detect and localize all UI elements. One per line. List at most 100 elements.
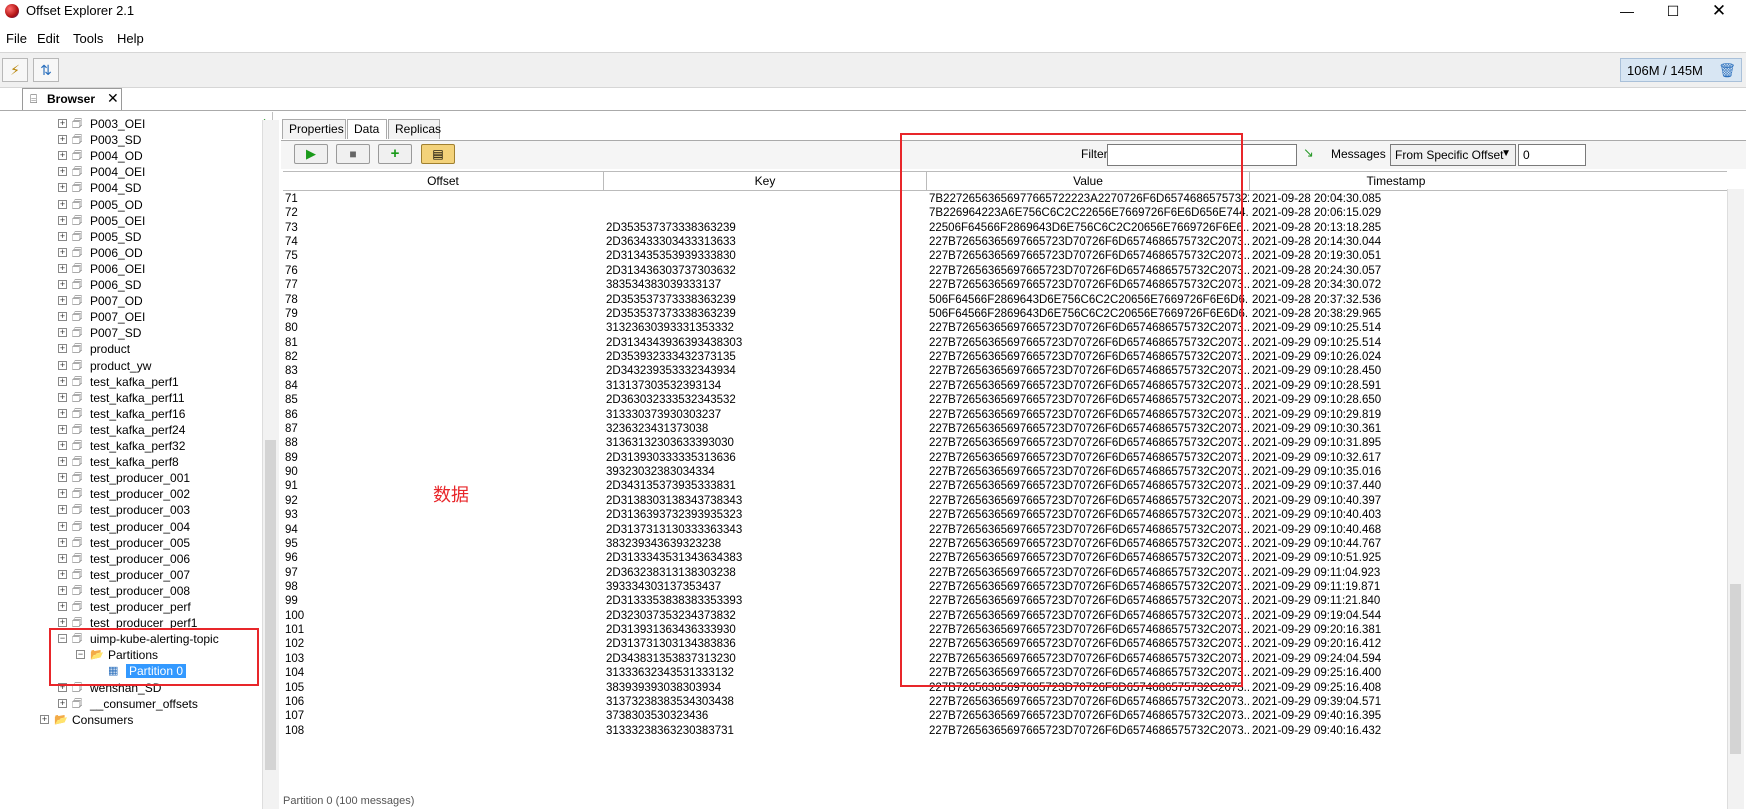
expand-icon[interactable]: + [58, 151, 67, 161]
expand-icon[interactable]: + [58, 682, 67, 692]
filter-input[interactable] [1107, 144, 1297, 166]
stop-icon[interactable]: ■ [336, 144, 370, 164]
table-row[interactable]: 97 2D363238313138303238 227B72656365697665… [283, 566, 1723, 580]
expand-icon[interactable]: + [58, 312, 67, 322]
table-row[interactable]: 93 2D3136393732393935323 227B7265636569766… [283, 508, 1723, 522]
table-row[interactable]: 85 2D363032333532343532 227B72656365697665… [283, 393, 1723, 407]
collapse-icon[interactable]: − [76, 650, 85, 660]
expand-icon[interactable]: + [58, 505, 67, 515]
table-row[interactable]: 88 31363132303633393030 227B72656365697665… [283, 436, 1723, 450]
table-row[interactable]: 90 39323032383034334 227B72656365697665723… [283, 465, 1723, 479]
expand-icon[interactable]: + [58, 408, 67, 418]
table-row[interactable]: 92 2D3138303138343738343 227B7265636569766… [283, 494, 1723, 508]
tree-settings-icon[interactable]: ⇅ [33, 58, 59, 82]
expand-icon[interactable]: + [58, 135, 67, 145]
expand-icon[interactable]: + [58, 199, 67, 209]
expand-icon[interactable]: + [58, 119, 67, 128]
tab-properties[interactable]: Properties [282, 119, 346, 139]
expand-icon[interactable]: + [58, 376, 67, 386]
expand-icon[interactable]: + [58, 167, 67, 177]
table-row[interactable]: 101 2D313931363436333930 227B7265636569766… [283, 623, 1723, 637]
add-message-icon[interactable]: + [378, 144, 412, 164]
tree-scrollbar[interactable] [262, 120, 279, 809]
messages-mode-select[interactable]: From Specific Offset ▼ [1390, 144, 1516, 166]
table-row[interactable]: 89 2D313930333335313636 227B72656365697665… [283, 451, 1723, 465]
expand-icon[interactable]: + [58, 569, 67, 579]
expand-icon[interactable]: + [58, 360, 67, 370]
col-key[interactable]: Key [604, 174, 926, 188]
table-row[interactable]: 96 2D3133343531343634383 227B7265636569766… [283, 551, 1723, 565]
expand-icon[interactable]: + [58, 424, 67, 434]
minimize-button[interactable]: — [1604, 0, 1650, 24]
garbage-collect-icon[interactable]: 🗑 [1718, 62, 1736, 79]
tree-node[interactable]: + 📂 Consumers [0, 711, 250, 729]
expand-icon[interactable]: + [58, 602, 67, 611]
table-row[interactable]: 103 2D343831353837313230 227B7265636569766… [283, 652, 1723, 666]
expand-icon[interactable]: + [58, 328, 67, 338]
table-row[interactable]: 79 2D353537373338363239 506F64566F2869643D… [283, 307, 1723, 321]
close-window-button[interactable]: ✕ [1696, 0, 1742, 24]
menu-help[interactable]: Help [117, 31, 144, 46]
table-row[interactable]: 76 2D313436303737303632 227B72656365697665… [283, 264, 1723, 278]
expand-icon[interactable]: + [58, 457, 67, 467]
table-scroll-thumb[interactable] [1730, 584, 1741, 754]
tab-data[interactable]: Data [347, 119, 387, 139]
expand-icon[interactable]: + [58, 537, 67, 547]
table-row[interactable]: 84 313137303532393134 227B7265636569766572… [283, 379, 1723, 393]
expand-icon[interactable]: + [58, 441, 67, 450]
table-row[interactable]: 99 2D3133353838383353393 227B7265636569766… [283, 594, 1723, 608]
maximize-button[interactable]: ☐ [1650, 0, 1696, 24]
expand-icon[interactable]: + [40, 714, 49, 724]
table-row[interactable]: 102 2D313731303134383836 227B7265636569766… [283, 637, 1723, 651]
expand-icon[interactable]: + [58, 473, 67, 483]
tab-replicas[interactable]: Replicas [388, 119, 441, 139]
tree-scroll-thumb[interactable] [265, 440, 276, 770]
table-row[interactable]: 78 2D353537373338363239 506F64566F2869643D… [283, 293, 1723, 307]
table-row[interactable]: 95 383239343639323238 227B7265636569766572… [283, 537, 1723, 551]
table-row[interactable]: 75 2D313435353939333830 227B72656365697665… [283, 249, 1723, 263]
view-settings-icon[interactable]: ▤ [421, 144, 455, 164]
table-scrollbar[interactable] [1727, 189, 1744, 809]
run-icon[interactable]: ▶ [294, 144, 328, 164]
table-row[interactable]: 72 7B226964223A6E756C6C2C22656E7669726F6E… [283, 206, 1723, 220]
tab-close-icon[interactable]: ✕ [107, 90, 119, 107]
table-row[interactable]: 91 2D343135373935333831 227B72656365697665… [283, 479, 1723, 493]
col-offset[interactable]: Offset [283, 174, 603, 188]
table-row[interactable]: 106 31373238383534303438 227B7265636569766… [283, 695, 1723, 709]
table-row[interactable]: 80 31323630393331353332 227B72656365697665… [283, 321, 1723, 335]
table-row[interactable]: 83 2D343239353332343934 227B72656365697665… [283, 364, 1723, 378]
table-row[interactable]: 71 7B22726563656977665722223A2270726F6D65… [283, 192, 1723, 206]
menu-edit[interactable]: Edit [37, 31, 59, 46]
table-row[interactable]: 107 3738303530323436 227B72656365697665723… [283, 709, 1723, 723]
table-row[interactable]: 87 3236323431373038 227B72656365697665723D… [283, 422, 1723, 436]
table-row[interactable]: 108 31333238363230383731 227B7265636569766… [283, 724, 1723, 738]
expand-icon[interactable]: + [58, 392, 67, 402]
expand-icon[interactable]: + [58, 296, 67, 306]
connect-icon[interactable]: ⚡ [2, 58, 28, 82]
expand-icon[interactable]: + [58, 553, 67, 563]
expand-icon[interactable]: + [58, 263, 67, 273]
table-row[interactable]: 81 2D3134343936393438303 227B7265636569766… [283, 336, 1723, 350]
expand-icon[interactable]: + [58, 585, 67, 595]
col-timestamp[interactable]: Timestamp [1250, 174, 1542, 188]
table-row[interactable]: 73 2D353537373338363239 22506F64566F286964… [283, 221, 1723, 235]
expand-icon[interactable]: + [58, 344, 67, 354]
table-row[interactable]: 104 31333632343531333132 227B7265636569766… [283, 666, 1723, 680]
expand-icon[interactable]: + [58, 698, 67, 708]
menu-file[interactable]: File [6, 31, 27, 46]
table-row[interactable]: 105 383939393038303934 227B726563656976657… [283, 681, 1723, 695]
table-row[interactable]: 74 2D363433303433313633 227B72656365697665… [283, 235, 1723, 249]
expand-icon[interactable]: + [58, 215, 67, 225]
expand-icon[interactable]: + [58, 231, 67, 241]
collapse-icon[interactable]: − [58, 634, 67, 644]
expand-icon[interactable]: + [58, 247, 67, 257]
tab-browser[interactable]: ⌸ Browser ✕ [22, 88, 122, 110]
expand-icon[interactable]: + [58, 183, 67, 193]
table-row[interactable]: 82 2D353932333432373135 227B72656365697665… [283, 350, 1723, 364]
apply-filter-icon[interactable]: ↘ [1303, 145, 1314, 161]
table-row[interactable]: 94 2D3137313130333363343 227B7265636569766… [283, 523, 1723, 537]
expand-icon[interactable]: + [58, 618, 67, 628]
table-row[interactable]: 98 393334303137353437 227B7265636569766572… [283, 580, 1723, 594]
menu-tools[interactable]: Tools [73, 31, 103, 46]
col-value[interactable]: Value [927, 174, 1249, 188]
